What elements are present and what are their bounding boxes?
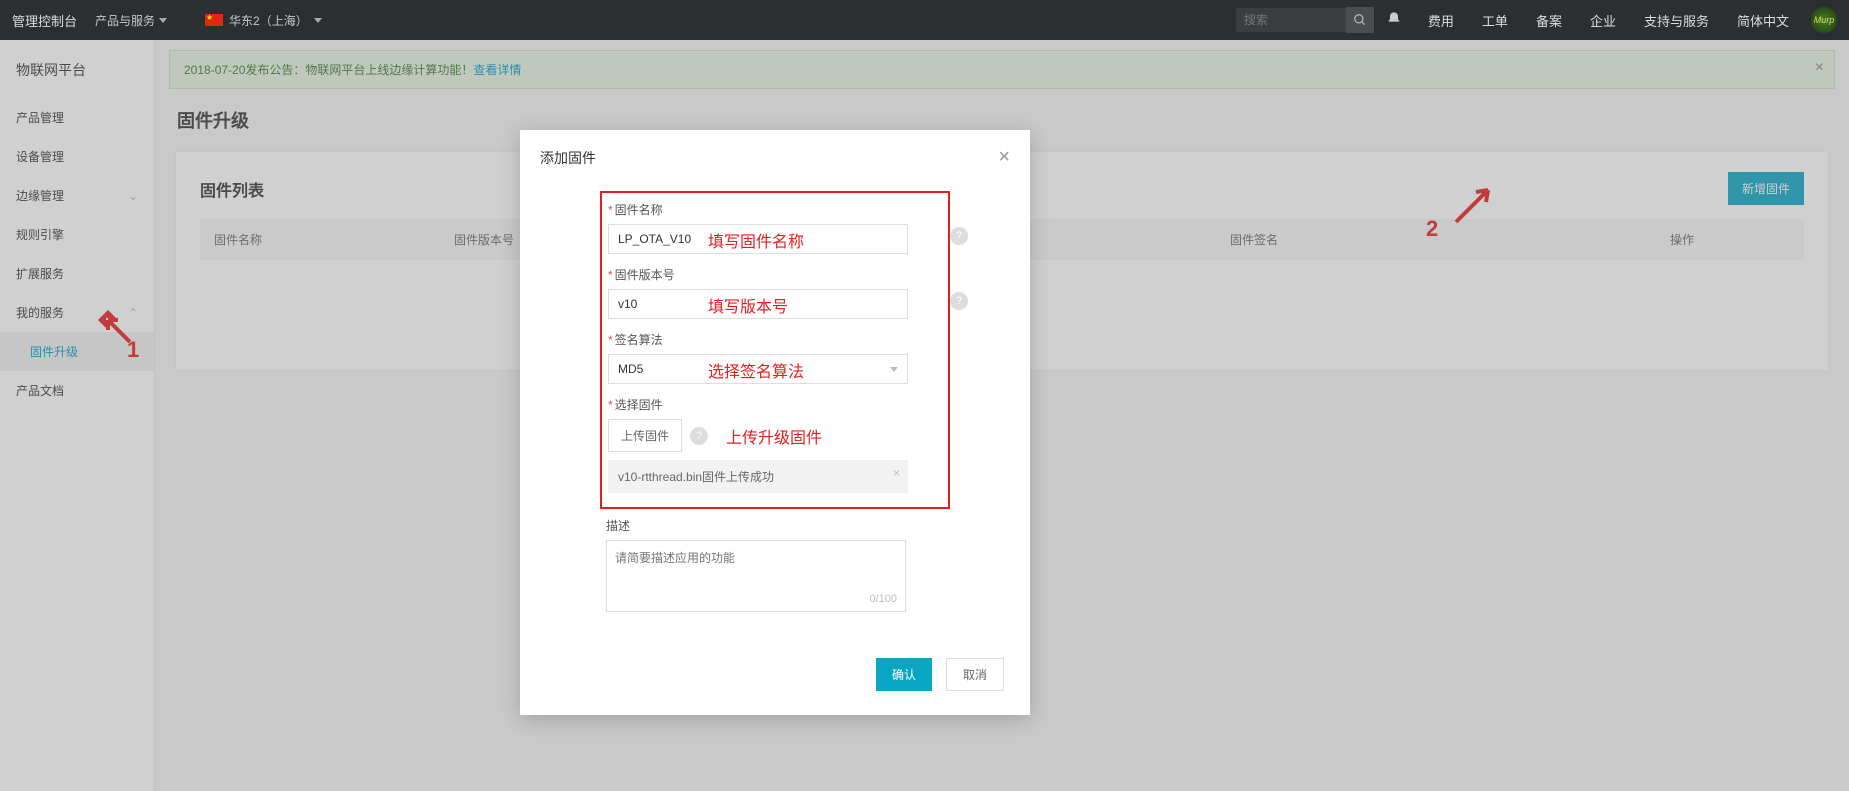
modal-title: 添加固件 <box>540 148 596 168</box>
firmware-version-input[interactable] <box>608 289 908 319</box>
topbar: 管理控制台 产品与服务 华东2（上海） 费用 工单 备案 企业 支持与服务 简体… <box>0 0 1849 40</box>
products-label: 产品与服务 <box>95 12 155 29</box>
chevron-down-icon <box>314 18 322 23</box>
annotation-upload: 上传升级固件 <box>726 424 822 448</box>
nav-support[interactable]: 支持与服务 <box>1630 11 1723 30</box>
console-label: 管理控制台 <box>12 11 77 30</box>
avatar[interactable]: Murp <box>1811 7 1837 33</box>
close-icon[interactable]: × <box>998 146 1010 169</box>
bell-icon <box>1386 11 1402 27</box>
help-icon[interactable]: ? <box>950 227 968 245</box>
name-label: 固件名称 <box>615 203 663 217</box>
confirm-button[interactable]: 确认 <box>876 658 932 691</box>
nav-ticket[interactable]: 工单 <box>1468 11 1522 30</box>
china-flag-icon <box>205 14 223 26</box>
nav-fee[interactable]: 费用 <box>1414 11 1468 30</box>
field-file: *选择固件 上传固件 ? 上传升级固件 v10-rtthread.bin固件上传… <box>608 396 942 493</box>
products-dropdown[interactable]: 产品与服务 <box>95 12 167 29</box>
upload-status: v10-rtthread.bin固件上传成功 × <box>608 460 908 493</box>
chevron-down-icon <box>159 18 167 23</box>
region-label: 华东2（上海） <box>229 12 308 29</box>
desc-label: 描述 <box>606 517 944 534</box>
field-name: *固件名称 ? 填写固件名称 <box>608 201 942 254</box>
file-label: 选择固件 <box>615 398 663 412</box>
algo-select[interactable]: MD5 <box>608 354 908 384</box>
desc-textarea[interactable] <box>607 541 905 611</box>
firmware-name-input[interactable] <box>608 224 908 254</box>
help-icon[interactable]: ? <box>690 427 708 445</box>
annotation-box: *固件名称 ? 填写固件名称 *固件版本号 ? 填写版本号 *签名算法 MD5 … <box>600 191 950 509</box>
upload-button[interactable]: 上传固件 <box>608 419 682 452</box>
field-desc: 描述 0/100 <box>606 517 944 612</box>
search-input[interactable] <box>1236 8 1346 32</box>
remove-file-icon[interactable]: × <box>893 466 900 480</box>
help-icon[interactable]: ? <box>950 292 968 310</box>
chevron-down-icon <box>890 367 898 372</box>
field-version: *固件版本号 ? 填写版本号 <box>608 266 942 319</box>
search-box <box>1236 7 1374 33</box>
algo-label: 签名算法 <box>615 333 663 347</box>
notifications-button[interactable] <box>1374 11 1414 30</box>
algo-value: MD5 <box>618 362 643 376</box>
search-icon <box>1353 13 1367 27</box>
region-selector[interactable]: 华东2（上海） <box>205 12 322 29</box>
add-firmware-modal: 添加固件 × *固件名称 ? 填写固件名称 *固件版本号 ? 填写版本号 *签名… <box>520 130 1030 715</box>
field-algo: *签名算法 MD5 选择签名算法 <box>608 331 942 384</box>
nav-record[interactable]: 备案 <box>1522 11 1576 30</box>
version-label: 固件版本号 <box>615 268 675 282</box>
upload-status-text: v10-rtthread.bin固件上传成功 <box>618 470 774 484</box>
search-button[interactable] <box>1346 7 1374 33</box>
desc-count: 0/100 <box>869 593 897 605</box>
nav-lang[interactable]: 简体中文 <box>1723 11 1803 30</box>
cancel-button[interactable]: 取消 <box>946 658 1004 691</box>
nav-enterprise[interactable]: 企业 <box>1576 11 1630 30</box>
